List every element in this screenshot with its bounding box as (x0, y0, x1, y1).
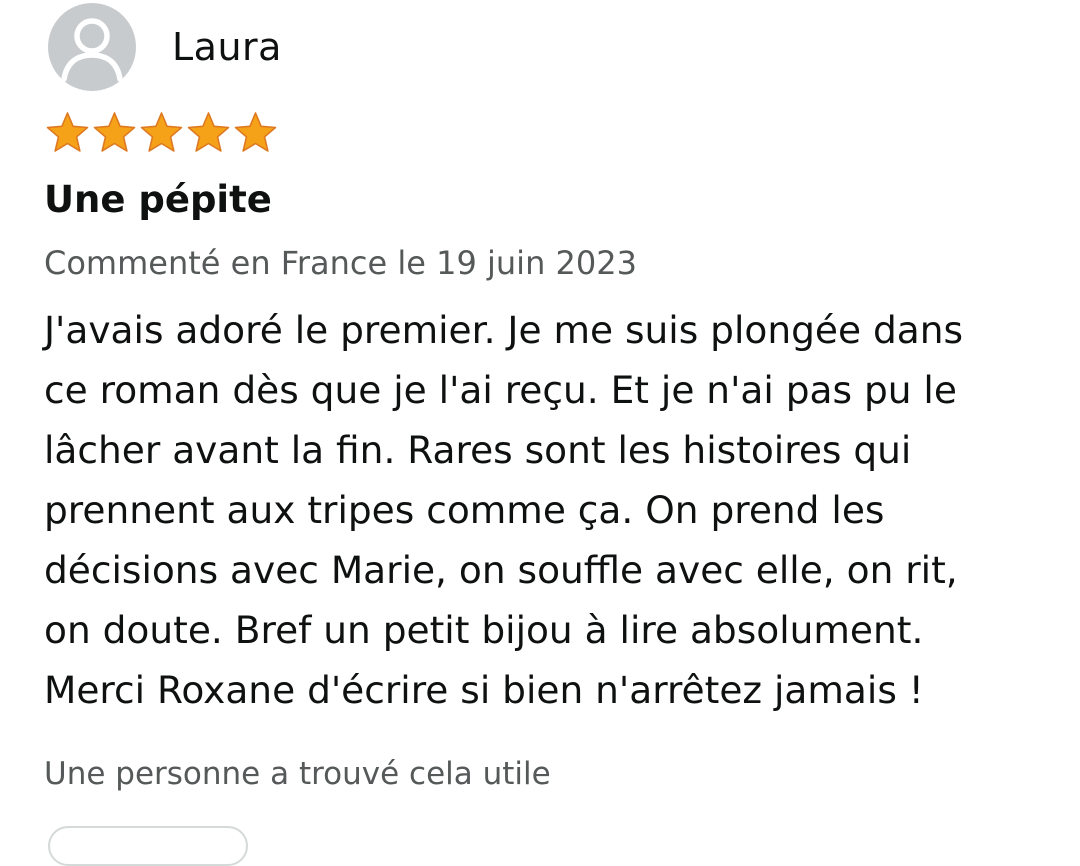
review-body-line: ce roman dès que je l'ai reçu. Et je n'a… (44, 368, 957, 412)
reviewer-profile[interactable]: Laura (48, 3, 282, 91)
star-icon (91, 110, 138, 156)
reviewer-name[interactable]: Laura (172, 28, 282, 66)
helpful-button[interactable] (48, 826, 248, 866)
review-body-line: Merci Roxane d'écrire si bien n'arrêtez … (44, 668, 924, 712)
helpful-count: Une personne a trouvé cela utile (44, 756, 551, 792)
review-title[interactable]: Une pépite (44, 178, 272, 222)
review-body: J'avais adoré le premier. Je me suis plo… (44, 300, 1054, 720)
review-body-line: décisions avec Marie, on souffle avec el… (44, 548, 958, 592)
avatar[interactable] (48, 3, 136, 91)
review-date: Commenté en France le 19 juin 2023 (44, 244, 637, 282)
review-body-line: prennent aux tripes comme ça. On prend l… (44, 488, 885, 532)
review-body-line: J'avais adoré le premier. Je me suis plo… (44, 308, 964, 352)
star-icon (185, 110, 232, 156)
star-icon (138, 110, 185, 156)
review-body-line: on doute. Bref un petit bijou à lire abs… (44, 608, 924, 652)
review-body-line: lâcher avant la fin. Rares sont les hist… (44, 428, 912, 472)
star-icon (232, 110, 279, 156)
star-icon (44, 110, 91, 156)
user-silhouette-icon (61, 18, 123, 82)
star-rating (44, 110, 279, 156)
